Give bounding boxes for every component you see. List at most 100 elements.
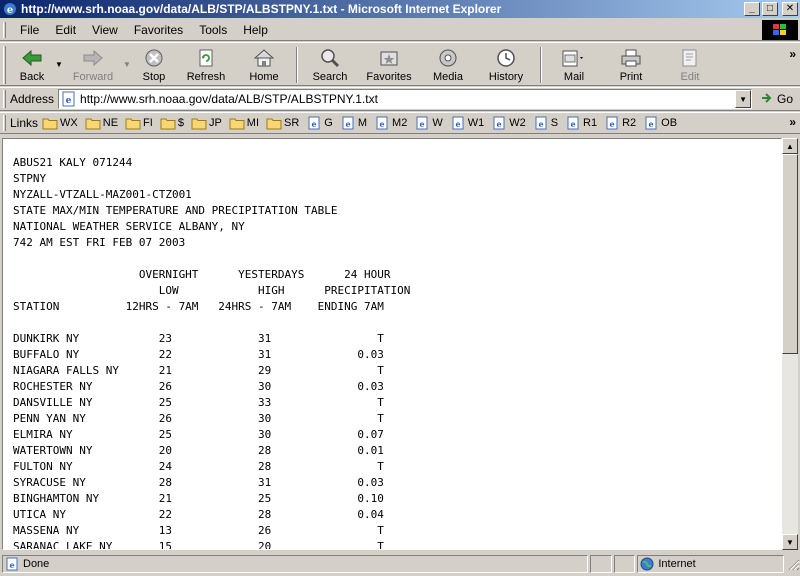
svg-text:e: e (312, 119, 317, 129)
svg-text:e: e (649, 119, 654, 129)
print-button[interactable]: Print (602, 43, 660, 85)
table-row: PENN YAN NY 26 30 T (13, 412, 384, 425)
svg-text:e: e (497, 119, 502, 129)
link-item-s[interactable]: eS (533, 116, 558, 130)
minimize-button[interactable]: _ (744, 2, 760, 16)
maximize-button[interactable]: □ (762, 2, 778, 16)
link-label: R1 (583, 117, 598, 129)
scroll-down-button[interactable]: ▼ (782, 534, 798, 550)
back-dropdown[interactable]: ▼ (54, 43, 64, 85)
link-item-wx[interactable]: WX (42, 116, 78, 130)
link-item-jp[interactable]: JP (191, 116, 222, 130)
mail-button[interactable]: Mail (546, 43, 602, 85)
folder-icon (229, 116, 245, 130)
table-row: SARANAC LAKE NY 15 20 T (13, 540, 384, 550)
ie-page-icon: e (374, 116, 390, 130)
menu-view[interactable]: View (84, 21, 126, 39)
link-item-ob[interactable]: e OB (643, 116, 677, 130)
link-item-r1[interactable]: e R1 (565, 116, 597, 130)
link-item-m2[interactable]: e M2 (374, 116, 407, 130)
link-label: S (550, 117, 559, 129)
scroll-up-button[interactable]: ▲ (782, 138, 798, 154)
scroll-thumb[interactable] (782, 154, 798, 354)
resize-grip[interactable] (786, 557, 800, 571)
link-item-fi[interactable]: FI (125, 116, 153, 130)
stop-button[interactable]: Stop (132, 43, 176, 85)
refresh-button[interactable]: Refresh (176, 43, 236, 85)
ie-page-icon: e (450, 116, 466, 130)
menu-favorites[interactable]: Favorites (126, 21, 191, 39)
ie-page-icon: e (565, 116, 581, 130)
printer-icon (620, 47, 642, 69)
history-button[interactable]: History (476, 43, 536, 85)
folder-icon (191, 116, 207, 130)
link-item-g[interactable]: eG (306, 116, 333, 130)
menu-edit[interactable]: Edit (47, 21, 84, 39)
links-label: Links (10, 116, 39, 130)
status-text: Done (23, 558, 50, 570)
media-button[interactable]: Media (420, 43, 476, 85)
link-item-mi[interactable]: MI (229, 116, 259, 130)
header-line: NATIONAL WEATHER SERVICE ALBANY, NY (13, 220, 245, 233)
menu-help[interactable]: Help (235, 21, 276, 39)
go-button[interactable]: Go (760, 91, 793, 108)
link-label: M2 (392, 117, 408, 129)
page-done-icon: e (5, 557, 19, 571)
security-zone-pane: Internet (637, 555, 785, 573)
link-label: W2 (509, 117, 526, 129)
link-item-sr[interactable]: SR (266, 116, 299, 130)
stop-icon (144, 47, 164, 69)
link-label: MI (246, 117, 260, 129)
back-button[interactable]: Back (10, 43, 54, 85)
home-button[interactable]: Home (236, 43, 292, 85)
forward-arrow-icon (82, 47, 104, 69)
ie-page-icon: e (340, 116, 356, 130)
menu-file[interactable]: File (12, 21, 47, 39)
menu-grip[interactable] (3, 21, 6, 38)
address-label: Address (10, 92, 55, 106)
ie-page-icon: e (604, 116, 620, 130)
address-grip[interactable] (3, 90, 6, 108)
address-input[interactable] (80, 92, 721, 106)
ie-page-icon: e (491, 116, 507, 130)
address-box[interactable]: e ▼ (58, 89, 753, 109)
search-button[interactable]: Search (302, 43, 358, 85)
link-item-m[interactable]: eM (340, 116, 367, 130)
svg-text:e: e (538, 119, 543, 129)
link-item-w1[interactable]: e W1 (450, 116, 484, 130)
close-button[interactable]: ✕ (782, 2, 798, 16)
svg-text:e: e (345, 119, 350, 129)
link-item-w[interactable]: eW (414, 116, 443, 130)
go-label: Go (777, 92, 794, 106)
svg-text:e: e (571, 119, 576, 129)
link-label: OB (661, 117, 678, 129)
column-header-line: OVERNIGHT YESTERDAYS 24 HOUR (13, 268, 391, 281)
standard-toolbar: Back ▼ Forward ▼ Stop Refresh Home Searc… (0, 42, 800, 86)
ie-page-icon: e (414, 116, 430, 130)
home-icon (253, 47, 275, 69)
table-row: SYRACUSE NY 28 31 0.03 (13, 476, 384, 489)
header-line: 742 AM EST FRI FEB 07 2003 (13, 236, 186, 249)
forward-dropdown[interactable]: ▼ (122, 43, 132, 85)
toolbar-grip[interactable] (3, 46, 6, 84)
link-item-w2[interactable]: e W2 (491, 116, 526, 130)
link-label: R2 (622, 117, 637, 129)
address-dropdown-button[interactable]: ▼ (735, 90, 752, 108)
edit-button[interactable]: Edit (660, 43, 720, 85)
links-grip[interactable] (3, 115, 6, 131)
menu-tools[interactable]: Tools (191, 21, 235, 39)
links-more-chevron[interactable]: » (789, 115, 796, 129)
svg-text:e: e (9, 560, 14, 570)
toolbar-more-chevron[interactable]: » (789, 47, 796, 61)
refresh-icon (196, 47, 216, 69)
page-content: ABUS21 KALY 071244 STPNY NYZALL-VTZALL-M… (2, 138, 782, 550)
table-row: MASSENA NY 13 26 T (13, 524, 384, 537)
favorites-button[interactable]: Favorites (358, 43, 420, 85)
table-row: WATERTOWN NY 20 28 0.01 (13, 444, 384, 457)
link-item-ne[interactable]: NE (85, 116, 118, 130)
link-item-dollar[interactable]: $ (160, 116, 184, 130)
vertical-scrollbar[interactable]: ▲ ▼ (782, 138, 798, 550)
forward-button[interactable]: Forward (64, 43, 122, 85)
link-label: M (357, 117, 368, 129)
link-item-r2[interactable]: e R2 (604, 116, 636, 130)
